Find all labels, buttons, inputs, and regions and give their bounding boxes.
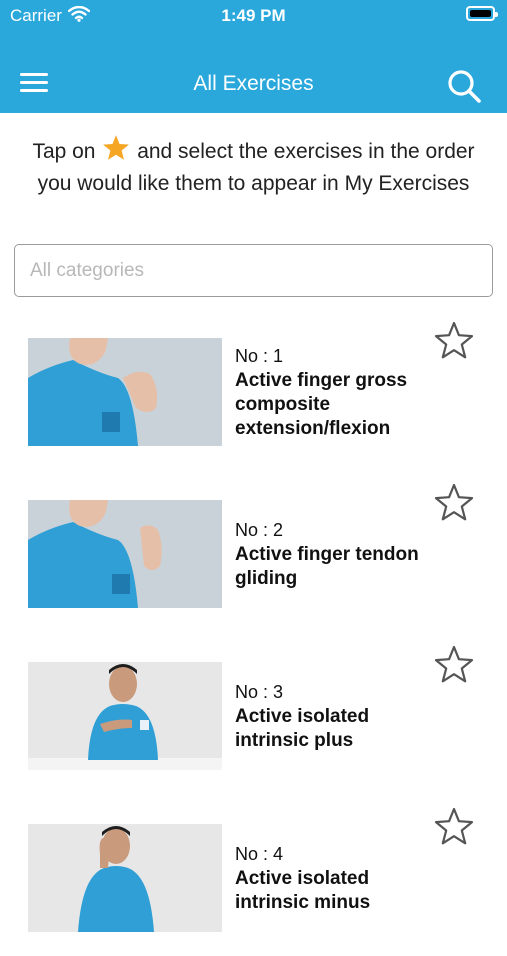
- exercise-item[interactable]: No : 4 Active isolated intrinsic minus: [0, 806, 507, 956]
- exercise-number: No : 4: [235, 844, 284, 864]
- exercise-number: No : 2: [235, 520, 284, 540]
- exercise-number: No : 3: [235, 682, 284, 702]
- exercise-thumbnail: [28, 824, 222, 932]
- instruction-before: Tap on: [32, 140, 96, 163]
- app-header: Carrier 1:49 PM All Exercises: [0, 0, 507, 113]
- exercise-thumbnail: [28, 500, 222, 608]
- star-outline-icon[interactable]: [433, 806, 475, 848]
- status-time: 1:49 PM: [221, 6, 286, 25]
- exercise-item[interactable]: No : 2 Active finger tendon gliding: [0, 482, 507, 632]
- status-bar: Carrier 1:49 PM: [0, 0, 507, 30]
- exercise-thumbnail: [28, 338, 222, 446]
- nav-bar: All Exercises: [0, 55, 507, 113]
- star-filled-icon: [101, 134, 131, 170]
- category-input[interactable]: [14, 244, 493, 297]
- search-icon[interactable]: [444, 66, 484, 106]
- star-outline-icon[interactable]: [433, 482, 475, 524]
- battery-icon: [466, 6, 498, 21]
- star-outline-icon[interactable]: [433, 320, 475, 362]
- exercise-thumbnail: [28, 662, 222, 770]
- exercise-title: Active isolated intrinsic plus: [235, 706, 370, 751]
- star-outline-icon[interactable]: [433, 644, 475, 686]
- exercise-number: No : 1: [235, 346, 284, 366]
- exercise-title: Active finger tendon gliding: [235, 544, 419, 589]
- exercise-title: Active isolated intrinsic minus: [235, 868, 371, 913]
- instruction-text: Tap on and select the exercises in the o…: [20, 134, 487, 198]
- page-title: All Exercises: [193, 72, 314, 95]
- exercise-title: Active finger gross composite extension/…: [235, 370, 408, 439]
- exercise-item[interactable]: No : 1 Active finger gross composite ext…: [0, 320, 507, 470]
- exercise-item[interactable]: No : 3 Active isolated intrinsic plus: [0, 644, 507, 794]
